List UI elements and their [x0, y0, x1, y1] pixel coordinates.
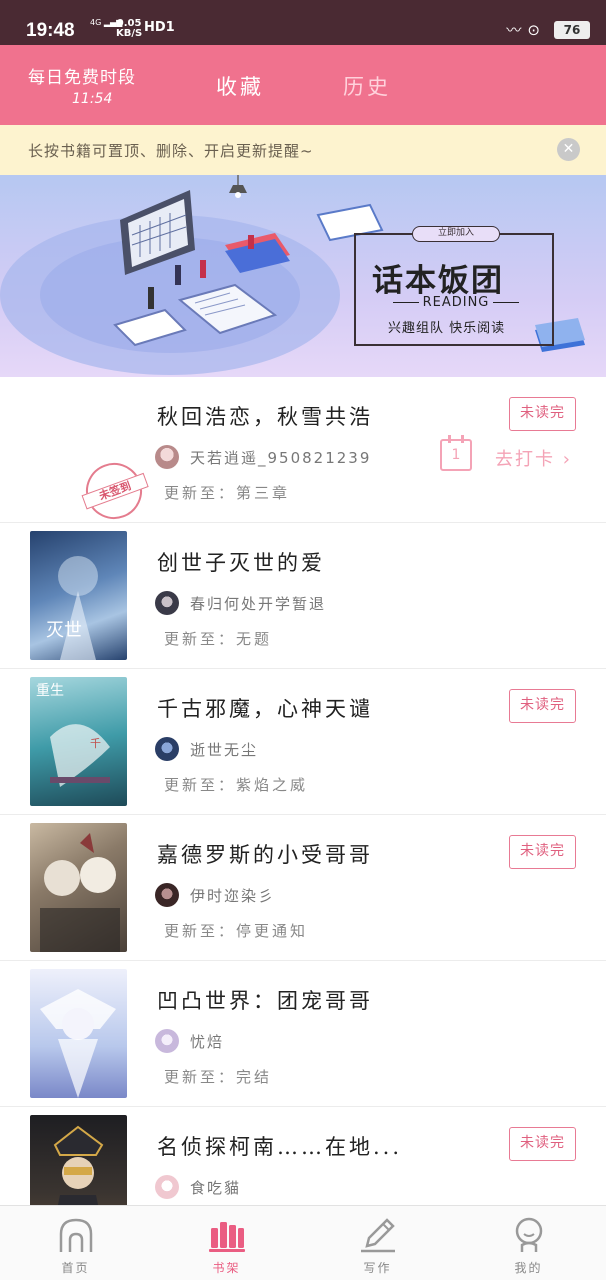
header-bar: 每日免费时段 11:54 收藏 历史: [0, 45, 606, 125]
book-row[interactable]: 秋回浩恋，秋雪共浩 天若逍遥_950821239 更新至：第三章 未读完 1 去…: [0, 377, 606, 527]
book-title: 千古邪魔，心神天谴: [157, 697, 373, 721]
calendar-icon[interactable]: 1: [440, 435, 472, 471]
free-period-title: 每日免费时段: [28, 68, 136, 88]
unread-badge[interactable]: 未读完: [509, 1127, 576, 1161]
bookshelf-list: 秋回浩恋，秋雪共浩 天若逍遥_950821239 更新至：第三章 未读完 1 去…: [0, 377, 606, 1253]
book-cover[interactable]: [30, 969, 127, 1098]
promo-banner[interactable]: 立即加入 话本饭团 READING 兴趣组队 快乐阅读: [0, 175, 606, 377]
unread-badge[interactable]: 未读完: [509, 397, 576, 431]
tip-text: 长按书籍可置顶、删除、开启更新提醒~: [28, 142, 314, 160]
book-row[interactable]: 灭世 创世子灭世的爱 春归何处开学暂退 更新至：无题: [0, 523, 606, 669]
book-author: 逝世无尘: [190, 741, 259, 759]
book-update: 更新至：停更通知: [164, 922, 309, 940]
pencil-icon: [361, 1218, 395, 1253]
book-author: 忧焙: [190, 1033, 225, 1051]
tab-favorites[interactable]: 收藏: [216, 71, 264, 101]
tab-history[interactable]: 历史: [343, 71, 391, 101]
battery-icon: 76: [554, 21, 590, 39]
book-author: 天若逍遥_950821239: [190, 449, 372, 467]
nav-home[interactable]: 首页: [0, 1206, 151, 1280]
home-icon: [59, 1218, 93, 1252]
banner-join-tag: 立即加入: [412, 226, 500, 242]
book-title: 名侦探柯南……在地...: [157, 1135, 403, 1159]
svg-text:灭世: 灭世: [46, 620, 82, 641]
author-avatar: [155, 445, 179, 469]
network-speed: 0.05 KB/S: [116, 19, 142, 39]
unread-badge[interactable]: 未读完: [509, 689, 576, 723]
book-cover[interactable]: [30, 823, 127, 952]
book-cover[interactable]: 灭世: [30, 531, 127, 660]
nav-bookshelf[interactable]: 书架: [151, 1206, 302, 1280]
checkin-button[interactable]: 去打卡 ›: [495, 445, 572, 471]
book-title: 嘉德罗斯的小受哥哥: [157, 843, 373, 867]
book-row[interactable]: 嘉德罗斯的小受哥哥 伊时迩染彡 更新至：停更通知 未读完: [0, 815, 606, 961]
vibrate-lock-icons: 〰⊙: [506, 21, 546, 39]
tip-bar: 长按书籍可置顶、删除、开启更新提醒~ ✕: [0, 125, 606, 175]
nav-bookshelf-label: 书架: [212, 1261, 241, 1275]
svg-text:重生: 重生: [36, 683, 64, 699]
profile-icon: [515, 1217, 543, 1252]
hd-icon: HD1: [144, 20, 175, 35]
signal-label: 4G: [90, 18, 102, 27]
close-icon[interactable]: ✕: [557, 138, 580, 161]
free-period-time: 11:54: [72, 91, 113, 107]
unread-badge[interactable]: 未读完: [509, 835, 576, 869]
checkin-label: 去打卡: [495, 449, 555, 470]
stamp-label: 未签到: [81, 472, 149, 510]
author-avatar: [155, 591, 179, 615]
banner-slogan: 兴趣组队 快乐阅读: [388, 321, 506, 336]
banner-subtitle: READING: [376, 295, 536, 310]
svg-text:千: 千: [90, 737, 101, 750]
book-author: 春归何处开学暂退: [190, 595, 327, 613]
unsigned-stamp-icon: 未签到: [78, 455, 150, 527]
bookshelf-icon: [209, 1222, 245, 1252]
author-avatar: [155, 737, 179, 761]
author-avatar: [155, 883, 179, 907]
book-update: 更新至：第三章: [164, 484, 291, 502]
nav-write[interactable]: 写作: [302, 1206, 453, 1280]
book-title: 凹凸世界：团宠哥哥: [157, 989, 373, 1013]
status-time: 19:48: [26, 20, 75, 41]
nav-home-label: 首页: [61, 1261, 90, 1275]
book-update: 更新至：无题: [164, 630, 273, 648]
author-avatar: [155, 1029, 179, 1053]
book-cover[interactable]: 重生千: [30, 677, 127, 806]
book-author: 食吃貓: [190, 1179, 242, 1197]
speed-unit: KB/S: [116, 28, 143, 39]
book-update: 更新至：紫焰之威: [164, 776, 309, 794]
status-bar: 19:48 4G ▂▄▆ 0.05 KB/S HD1 〰⊙ 76: [0, 0, 606, 45]
bottom-nav: 首页 书架 写作 我的: [0, 1205, 606, 1280]
book-title: 创世子灭世的爱: [157, 551, 325, 575]
nav-profile[interactable]: 我的: [453, 1206, 604, 1280]
book-title: 秋回浩恋，秋雪共浩: [157, 405, 373, 429]
banner-subtitle-text: READING: [422, 295, 490, 310]
nav-profile-label: 我的: [514, 1261, 543, 1275]
book-author: 伊时迩染彡: [190, 887, 276, 905]
nav-write-label: 写作: [363, 1261, 392, 1275]
book-row[interactable]: 重生千 千古邪魔，心神天谴 逝世无尘 更新至：紫焰之威 未读完: [0, 669, 606, 815]
book-update: 更新至：完结: [164, 1068, 273, 1086]
author-avatar: [155, 1175, 179, 1199]
banner-title: 话本饭团: [372, 263, 504, 299]
book-row[interactable]: 凹凸世界：团宠哥哥 忧焙 更新至：完结: [0, 961, 606, 1107]
